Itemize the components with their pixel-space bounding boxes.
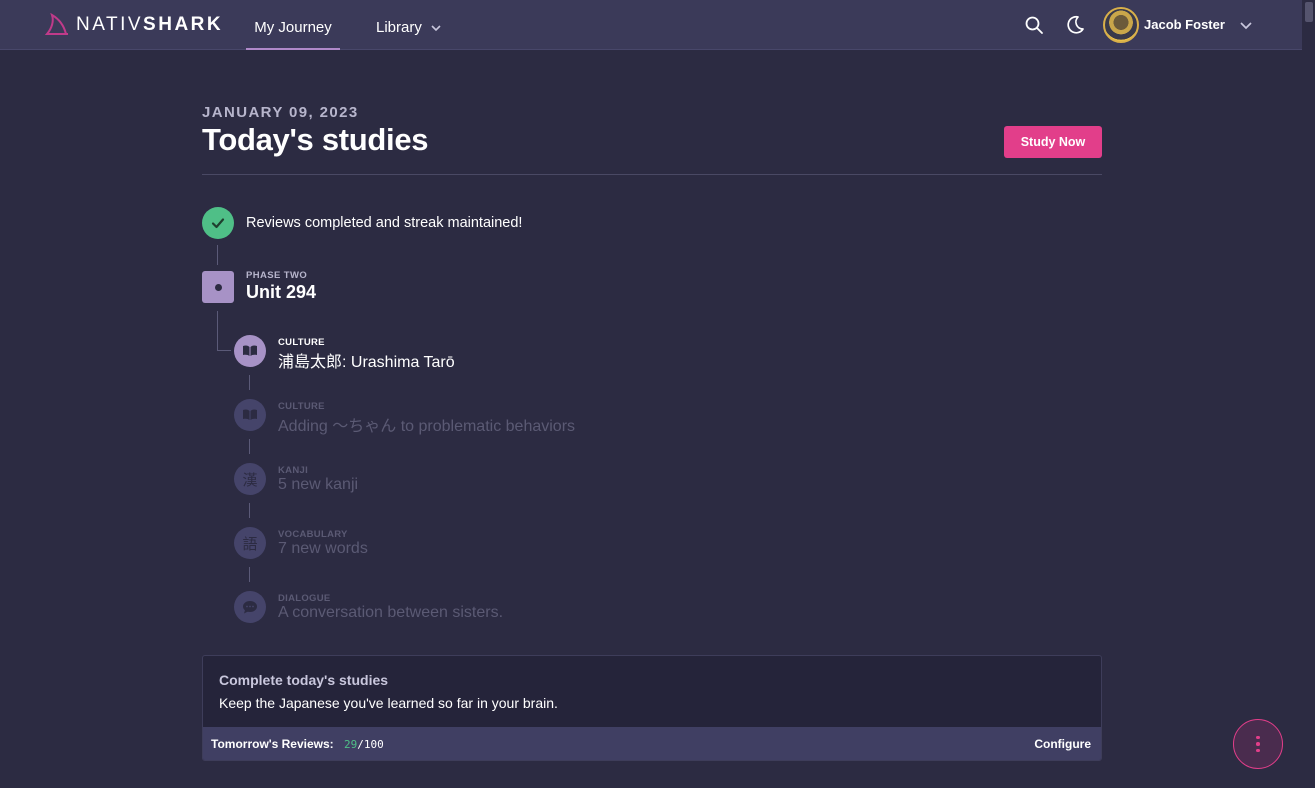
tab-my-journey[interactable]: My Journey — [246, 0, 340, 50]
moon-icon[interactable] — [1064, 14, 1086, 36]
vertical-dots-icon — [1256, 735, 1260, 740]
lesson-category: CULTURE — [278, 337, 325, 348]
active-tab-indicator — [246, 48, 340, 50]
speech-bubble-icon[interactable] — [234, 591, 266, 623]
lesson-title[interactable]: Adding 〜ちゃん to problematic behaviors — [278, 412, 575, 436]
tomorrow-reviews-label: Tomorrow's Reviews: — [211, 737, 334, 751]
tab-library-label: Library — [376, 19, 422, 36]
streak-message: Reviews completed and streak maintained! — [246, 215, 523, 231]
tab-library[interactable]: Library — [376, 0, 442, 50]
card-description: Keep the Japanese you've learned so far … — [219, 695, 558, 711]
header-divider — [202, 174, 1102, 175]
reviews-done-count: 29 — [344, 738, 358, 751]
chevron-down-icon — [431, 24, 441, 31]
avatar[interactable] — [1103, 7, 1139, 43]
lesson-category: VOCABULARY — [278, 529, 348, 540]
vertical-dots-icon — [1256, 742, 1260, 746]
vocabulary-icon[interactable]: 語 — [234, 527, 266, 559]
lesson-category: CULTURE — [278, 401, 325, 412]
lesson-title[interactable]: 7 new words — [278, 540, 368, 558]
logo-text-native: NATIV — [76, 14, 144, 35]
current-date: JANUARY 09, 2023 — [202, 104, 359, 121]
daily-studies-card: Complete today's studies Keep the Japane… — [202, 655, 1102, 761]
timeline-branch — [217, 350, 231, 351]
tomorrow-reviews-count: 29/100 — [344, 738, 384, 751]
lesson-title[interactable]: 浦島太郎: Urashima Tarō — [278, 348, 455, 372]
card-title: Complete today's studies — [219, 672, 389, 688]
vocabulary-glyph: 語 — [242, 534, 258, 553]
lesson-title[interactable]: A conversation between sisters. — [278, 604, 503, 622]
open-book-icon — [243, 409, 257, 420]
unit-dot-icon — [214, 283, 222, 291]
lesson-title[interactable]: 5 new kanji — [278, 476, 358, 494]
timeline-connector — [249, 439, 250, 454]
reviews-total-count: /100 — [357, 738, 384, 751]
top-navbar: NATIVSHARK My Journey Library Jacob Fost… — [0, 0, 1302, 50]
book-icon[interactable] — [234, 399, 266, 431]
streak-status-badge — [202, 207, 234, 239]
card-footer: Tomorrow's Reviews: 29/100 Configure — [203, 727, 1101, 760]
user-menu-chevron-down-icon[interactable] — [1239, 18, 1253, 32]
open-book-icon — [243, 345, 257, 356]
kanji-icon[interactable]: 漢 — [234, 463, 266, 495]
search-icon[interactable] — [1023, 14, 1045, 36]
timeline-connector — [217, 245, 218, 265]
vertical-dots-icon — [1256, 748, 1260, 753]
page-title: Today's studies — [202, 122, 429, 157]
logo-text: NATIVSHARK — [76, 14, 223, 36]
tab-my-journey-label: My Journey — [254, 19, 332, 36]
study-now-button[interactable]: Study Now — [1004, 126, 1102, 158]
lesson-category: DIALOGUE — [278, 593, 331, 604]
kanji-glyph: 漢 — [242, 470, 258, 489]
checkmark-icon — [211, 218, 225, 229]
shark-fin-logo-icon — [44, 12, 68, 35]
timeline-connector — [249, 567, 250, 582]
logo-text-shark: SHARK — [143, 14, 224, 35]
configure-link[interactable]: Configure — [1034, 737, 1091, 751]
scrollbar-thumb[interactable] — [1305, 2, 1313, 22]
logo[interactable]: NATIVSHARK — [44, 12, 223, 38]
book-icon[interactable] — [234, 335, 266, 367]
more-options-button[interactable] — [1233, 719, 1283, 769]
timeline-connector — [249, 375, 250, 390]
scrollbar[interactable] — [1302, 0, 1315, 788]
unit-marker — [202, 271, 234, 303]
chat-bubble-icon — [243, 601, 257, 614]
timeline-connector — [249, 503, 250, 518]
unit-title: Unit 294 — [246, 282, 317, 302]
user-name[interactable]: Jacob Foster — [1144, 17, 1225, 32]
phase-label: PHASE TWO — [246, 270, 308, 281]
timeline-connector — [217, 311, 218, 350]
lesson-category: KANJI — [278, 465, 309, 476]
